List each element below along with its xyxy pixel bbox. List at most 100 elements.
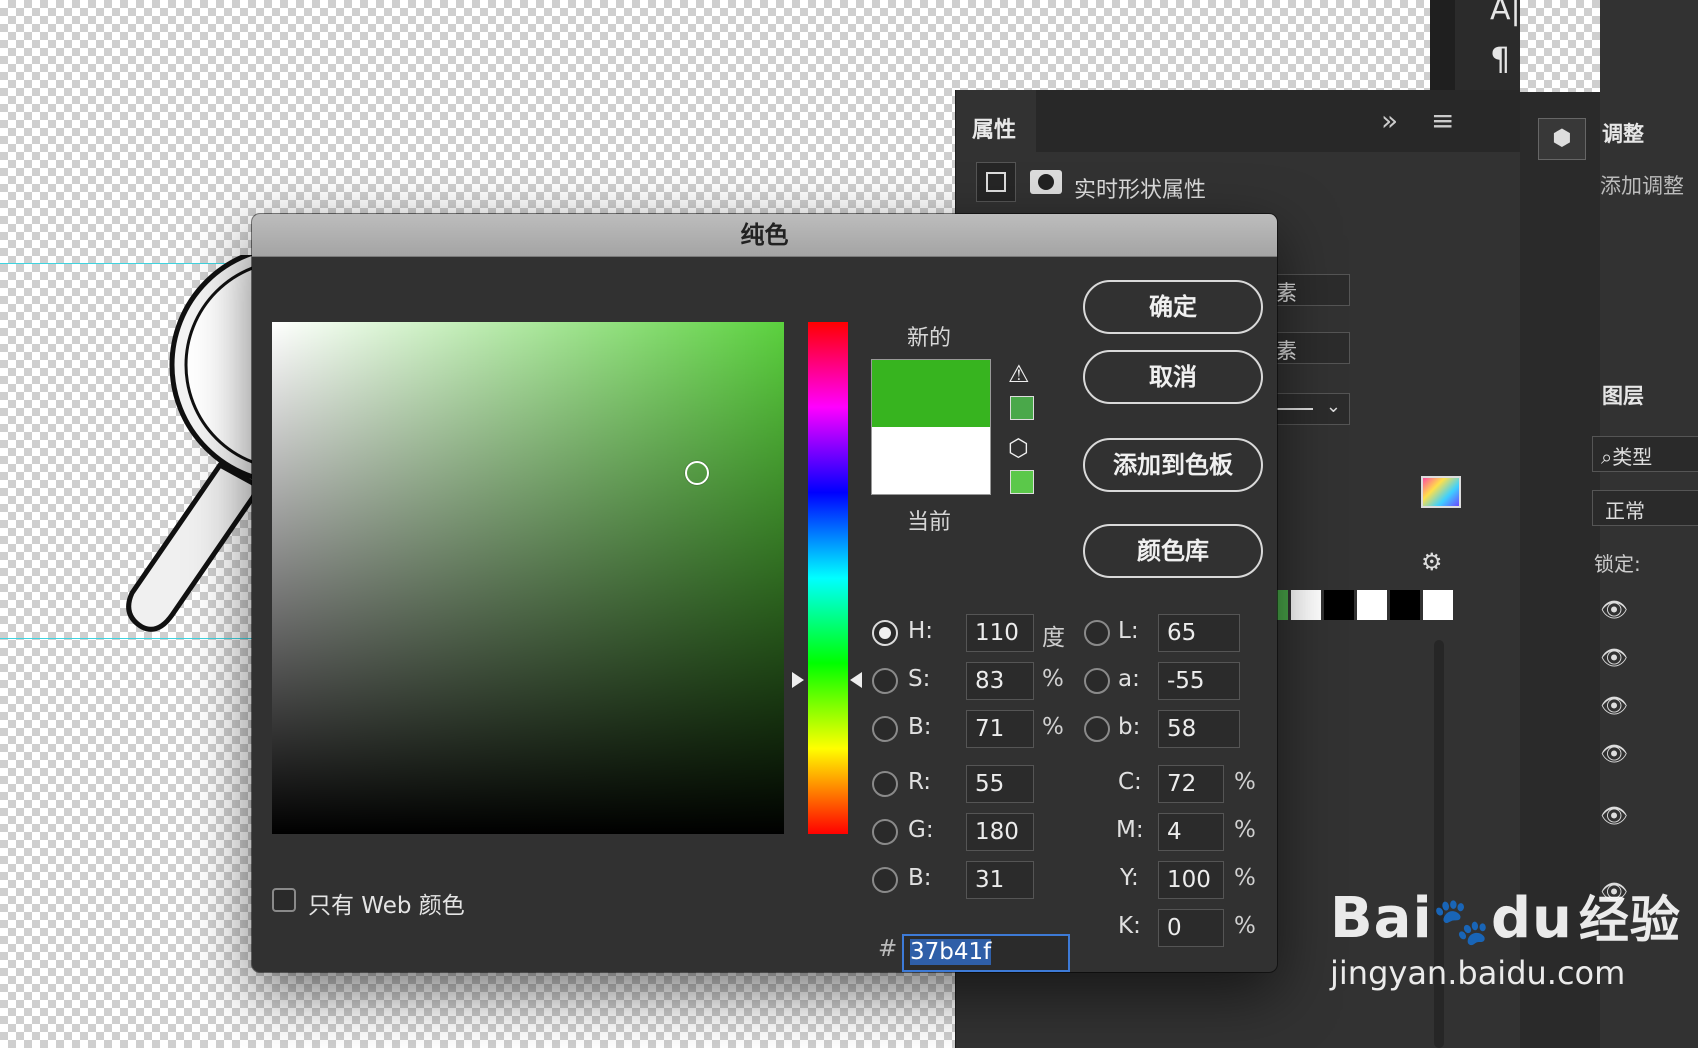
m-label: M: bbox=[1116, 817, 1144, 843]
a-label: a: bbox=[1118, 666, 1140, 692]
eye-icon[interactable]: 👁 bbox=[1600, 598, 1628, 623]
new-color-swatch[interactable] bbox=[872, 360, 990, 427]
search-icon: ⌕ bbox=[1601, 445, 1613, 469]
radio-h[interactable] bbox=[872, 620, 898, 646]
y-input[interactable]: 100 bbox=[1158, 861, 1224, 899]
m-input[interactable]: 4 bbox=[1158, 813, 1224, 851]
radio-l[interactable] bbox=[1084, 620, 1110, 646]
radio-b[interactable] bbox=[872, 716, 898, 742]
l-label: L: bbox=[1118, 618, 1139, 644]
color-comparison-swatch bbox=[871, 359, 991, 495]
radio-g[interactable] bbox=[872, 819, 898, 845]
r-label: R: bbox=[908, 769, 932, 795]
l-input[interactable]: 65 bbox=[1158, 614, 1240, 652]
c-input[interactable]: 72 bbox=[1158, 765, 1224, 803]
baidu-watermark: Bai🐾du 经验 jingyan.baidu.com bbox=[1330, 880, 1681, 992]
current-color-swatch[interactable] bbox=[872, 427, 990, 494]
new-color-label: 新的 bbox=[907, 326, 952, 351]
blend-mode-select[interactable]: 正常 bbox=[1592, 490, 1698, 526]
y-label: Y: bbox=[1120, 865, 1139, 891]
rgb-b-label: B: bbox=[908, 865, 932, 891]
paragraph-icon[interactable]: ¶ bbox=[1490, 40, 1510, 78]
web-only-label[interactable]: 只有 Web 颜色 bbox=[308, 886, 465, 920]
web-only-checkbox[interactable] bbox=[272, 888, 296, 912]
mask-icon[interactable] bbox=[1030, 170, 1062, 194]
rgb-b-input[interactable]: 31 bbox=[966, 861, 1034, 899]
b-unit: % bbox=[1042, 714, 1064, 740]
eye-icon[interactable]: 👁 bbox=[1600, 694, 1628, 719]
s-input[interactable]: 83 bbox=[966, 662, 1034, 700]
ok-button[interactable]: 确定 bbox=[1083, 280, 1263, 334]
hex-input[interactable]: 37b41f bbox=[902, 934, 1070, 972]
swatch-item[interactable] bbox=[1324, 590, 1354, 620]
text-tool-icon[interactable]: A| bbox=[1490, 0, 1521, 27]
color-picker-dialog: 纯色 新的 当前 ⚠ ⬡ 确定 取消 添加到色板 颜色库 H: 110 度 S:… bbox=[252, 214, 1277, 972]
g-input[interactable]: 180 bbox=[966, 813, 1034, 851]
radio-lab-b[interactable] bbox=[1084, 716, 1110, 742]
add-to-swatches-button[interactable]: 添加到色板 bbox=[1083, 438, 1263, 492]
swatch-item[interactable] bbox=[1291, 590, 1321, 620]
a-input[interactable]: -55 bbox=[1158, 662, 1240, 700]
hex-value: 37b41f bbox=[910, 939, 992, 965]
chevron-down-icon: ⌄ bbox=[1325, 396, 1341, 417]
b-label: B: bbox=[908, 714, 932, 740]
h-input[interactable]: 110 bbox=[966, 614, 1034, 652]
watermark-brand-cn: 经验 bbox=[1578, 891, 1681, 949]
eye-icon[interactable]: 👁 bbox=[1600, 742, 1628, 767]
radio-rgb-b[interactable] bbox=[872, 867, 898, 893]
layers-tab[interactable]: 图层 bbox=[1602, 380, 1644, 410]
radio-a[interactable] bbox=[1084, 668, 1110, 694]
h-label: H: bbox=[908, 618, 934, 644]
dialog-titlebar[interactable]: 纯色 bbox=[252, 214, 1277, 257]
hue-slider-handle-left[interactable] bbox=[792, 672, 804, 688]
lock-label: 锁定: bbox=[1594, 552, 1641, 576]
k-input[interactable]: 0 bbox=[1158, 909, 1224, 947]
search-label: 类型 bbox=[1612, 445, 1653, 469]
swatch-item[interactable] bbox=[1423, 590, 1453, 620]
y-unit: % bbox=[1234, 865, 1256, 891]
color-picker-cursor[interactable] bbox=[685, 461, 709, 485]
lab-b-input[interactable]: 58 bbox=[1158, 710, 1240, 748]
tool-strip-dark bbox=[1430, 0, 1455, 92]
tab-adjustments[interactable]: 调整 bbox=[1602, 118, 1644, 148]
properties-tabbar: 属性 » ≡ bbox=[956, 90, 1520, 152]
gradient-icon[interactable] bbox=[1421, 476, 1461, 508]
k-unit: % bbox=[1234, 913, 1256, 939]
current-color-label: 当前 bbox=[907, 510, 952, 535]
web-safe-cube-icon[interactable]: ⬡ bbox=[1008, 434, 1029, 462]
paw-icon: 🐾 bbox=[1432, 894, 1491, 948]
gear-icon[interactable]: ⚙ bbox=[1421, 548, 1443, 576]
adjustments-hint: 添加调整 bbox=[1600, 174, 1684, 198]
gamut-warning-swatch[interactable] bbox=[1010, 396, 1034, 420]
s-unit: % bbox=[1042, 666, 1064, 692]
gamut-warning-icon[interactable]: ⚠ bbox=[1008, 360, 1030, 388]
lab-b-label: b: bbox=[1118, 714, 1141, 740]
3d-icon[interactable]: ⬢ bbox=[1538, 118, 1586, 160]
s-label: S: bbox=[908, 666, 931, 692]
r-input[interactable]: 55 bbox=[966, 765, 1034, 803]
web-safe-swatch[interactable] bbox=[1010, 470, 1034, 494]
watermark-brand: Bai bbox=[1330, 886, 1433, 951]
watermark-url: jingyan.baidu.com bbox=[1330, 954, 1626, 992]
hue-slider-handle-right[interactable] bbox=[850, 672, 862, 688]
section-title: 实时形状属性 bbox=[1074, 178, 1207, 203]
eye-icon[interactable]: 👁 bbox=[1600, 646, 1628, 671]
k-label: K: bbox=[1118, 913, 1141, 939]
eye-icon[interactable]: 👁 bbox=[1600, 804, 1628, 829]
cancel-button[interactable]: 取消 bbox=[1083, 350, 1263, 404]
radio-r[interactable] bbox=[872, 771, 898, 797]
panel-menu-icon[interactable]: ≡ bbox=[1431, 104, 1454, 137]
color-libraries-button[interactable]: 颜色库 bbox=[1083, 524, 1263, 578]
b-input[interactable]: 71 bbox=[966, 710, 1034, 748]
layer-search[interactable]: ⌕类型 bbox=[1592, 436, 1698, 472]
swatch-item[interactable] bbox=[1390, 590, 1420, 620]
m-unit: % bbox=[1234, 817, 1256, 843]
hue-slider[interactable] bbox=[808, 322, 848, 834]
swatch-item[interactable] bbox=[1357, 590, 1387, 620]
live-shape-icon[interactable] bbox=[976, 162, 1016, 202]
saturation-brightness-field[interactable] bbox=[272, 322, 784, 834]
g-label: G: bbox=[908, 817, 934, 843]
expand-icon[interactable]: » bbox=[1381, 104, 1398, 137]
radio-s[interactable] bbox=[872, 668, 898, 694]
tab-properties[interactable]: 属性 bbox=[956, 90, 1036, 152]
